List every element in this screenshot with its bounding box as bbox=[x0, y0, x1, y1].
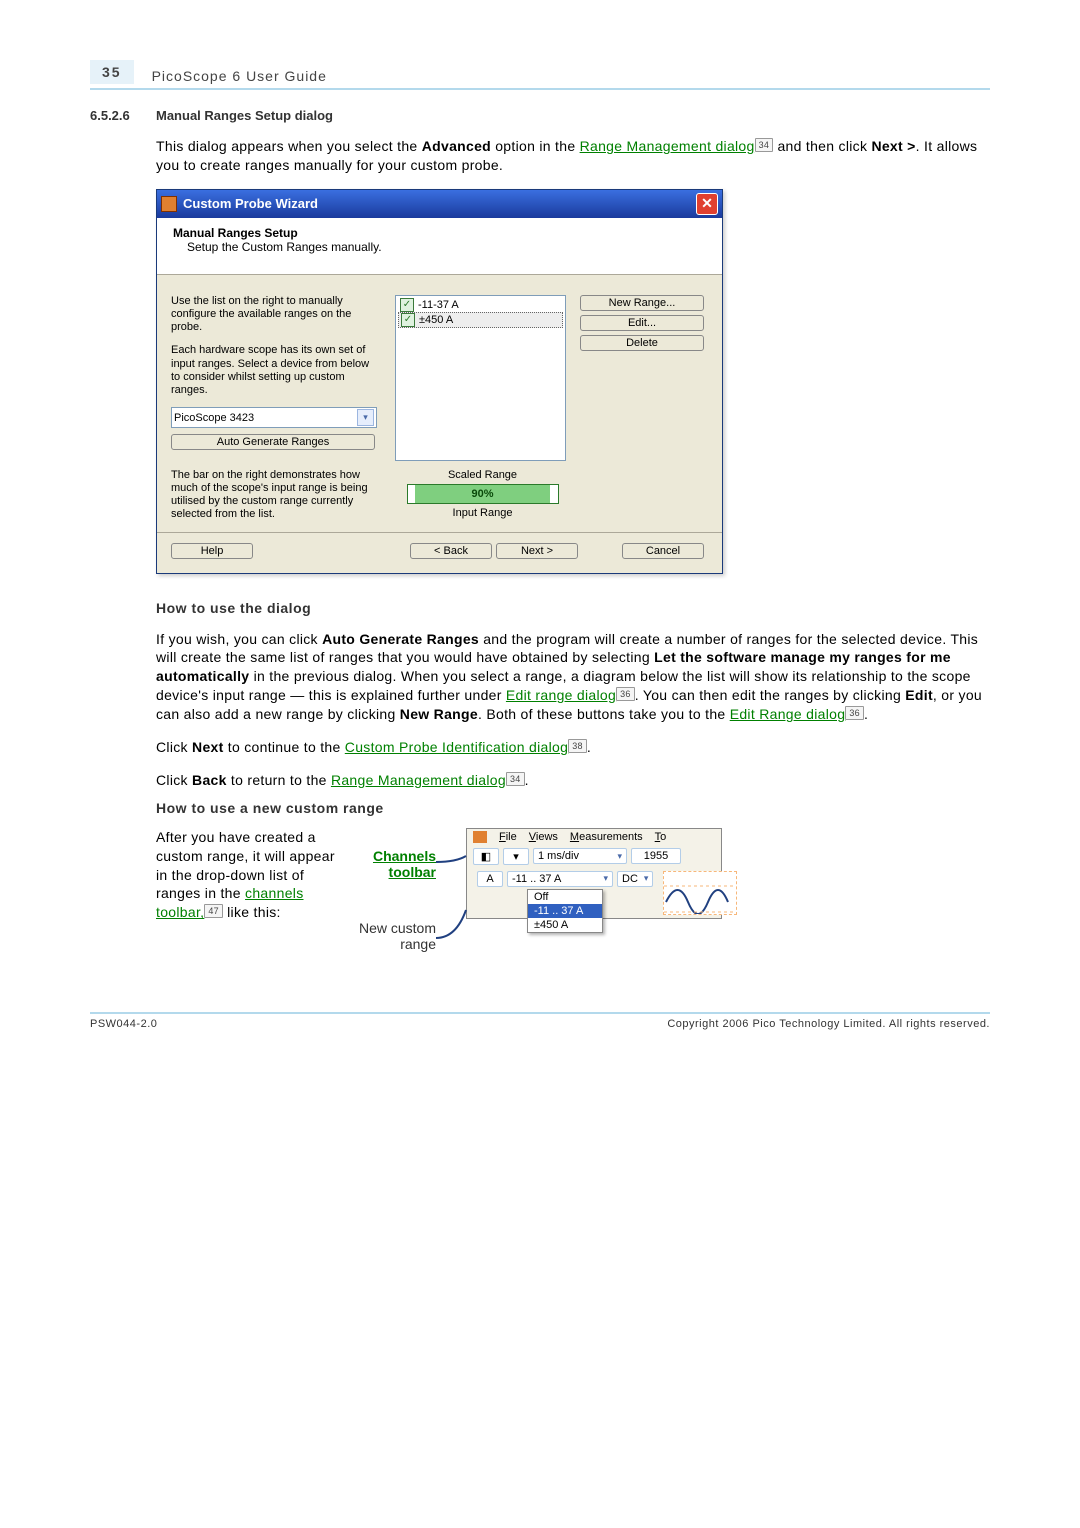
chevron-down-icon: ▾ bbox=[357, 409, 374, 426]
menu-measurements[interactable]: Measurements bbox=[570, 831, 643, 843]
checkbox-icon[interactable]: ✓ bbox=[400, 298, 414, 312]
scaled-range-label: Scaled Range bbox=[395, 469, 570, 481]
wizard-instructions-1: Use the list on the right to manually co… bbox=[171, 295, 381, 335]
page-ref: 34 bbox=[506, 772, 525, 786]
range-demo-text: The bar on the right demonstrates how mu… bbox=[171, 469, 381, 522]
help-button[interactable]: Help bbox=[171, 543, 253, 559]
coupling-select[interactable]: DC▾ bbox=[617, 871, 653, 887]
page-ref: 36 bbox=[845, 706, 864, 720]
wizard-footer: Help < Back Next > Cancel bbox=[157, 532, 722, 573]
page-ref: 38 bbox=[568, 739, 587, 753]
waveform-icon bbox=[664, 872, 736, 914]
timebase-select[interactable]: 1 ms/div▾ bbox=[533, 848, 627, 864]
toolbar-dropdown-icon[interactable]: ▾ bbox=[503, 848, 529, 865]
next-button[interactable]: Next > bbox=[496, 543, 578, 559]
back-button[interactable]: < Back bbox=[410, 543, 492, 559]
footer-left: PSW044-2.0 bbox=[90, 1018, 157, 1030]
wizard-titlebar: Custom Probe Wizard ✕ bbox=[157, 190, 722, 218]
ranges-listbox[interactable]: ✓ -11-37 A ✓ ±450 A bbox=[395, 295, 566, 461]
subheading-how-to-use-new-range: How to use a new custom range bbox=[156, 800, 990, 816]
chevron-down-icon: ▾ bbox=[603, 873, 608, 884]
new-range-button[interactable]: New Range... bbox=[580, 295, 704, 311]
range-select[interactable]: -11 .. 37 A▾ bbox=[507, 871, 613, 887]
callout-channels-toolbar: Channels toolbar bbox=[336, 848, 436, 880]
page-header: 35 PicoScope 6 User Guide bbox=[90, 60, 990, 90]
list-item[interactable]: ✓ ±450 A bbox=[398, 312, 563, 328]
dropdown-option[interactable]: Off bbox=[528, 890, 602, 904]
intro-paragraph: This dialog appears when you select the … bbox=[156, 137, 990, 175]
range-dropdown-open[interactable]: Off -11 .. 37 A ±450 A bbox=[527, 889, 603, 933]
auto-generate-ranges-button[interactable]: Auto Generate Ranges bbox=[171, 434, 375, 450]
wizard-right-buttons: New Range... Edit... Delete bbox=[580, 295, 700, 461]
waveform-preview bbox=[663, 871, 737, 915]
menu-tools[interactable]: To bbox=[655, 831, 667, 843]
section-title: Manual Ranges Setup dialog bbox=[156, 108, 333, 123]
input-range-label: Input Range bbox=[395, 507, 570, 519]
chevron-down-icon: ▾ bbox=[644, 873, 649, 884]
page-ref: 36 bbox=[616, 687, 635, 701]
back-paragraph: Click Back to return to the Range Manage… bbox=[156, 771, 990, 790]
wizard-app-icon bbox=[161, 196, 177, 212]
delete-button[interactable]: Delete bbox=[580, 335, 704, 351]
wizard-heading: Manual Ranges Setup bbox=[173, 226, 298, 240]
utilisation-percent: 90% bbox=[415, 485, 550, 503]
wizard-subheading: Setup the Custom Ranges manually. bbox=[187, 240, 706, 254]
subheading-how-to-use-dialog: How to use the dialog bbox=[156, 600, 990, 616]
chevron-down-icon: ▾ bbox=[617, 851, 622, 862]
menu-bar: File Views Measurements To bbox=[467, 829, 721, 845]
callout-arrow-icon bbox=[436, 850, 476, 970]
page-footer: PSW044-2.0 Copyright 2006 Pico Technolog… bbox=[90, 1012, 990, 1030]
toolbar-icon[interactable]: ◧ bbox=[473, 848, 499, 865]
custom-range-paragraph: After you have created a custom range, i… bbox=[156, 828, 336, 922]
checkbox-icon[interactable]: ✓ bbox=[401, 313, 415, 327]
channel-label[interactable]: A bbox=[477, 871, 503, 887]
custom-probe-wizard: Custom Probe Wizard ✕ Manual Ranges Setu… bbox=[156, 189, 723, 574]
utilisation-bar: 90% bbox=[407, 484, 559, 504]
link-edit-range-dialog-2[interactable]: Edit Range dialog bbox=[730, 706, 846, 722]
page-ref: 47 bbox=[204, 904, 223, 918]
edit-button[interactable]: Edit... bbox=[580, 315, 704, 331]
cancel-button[interactable]: Cancel bbox=[622, 543, 704, 559]
range-diagram: Scaled Range 90% Input Range bbox=[395, 469, 570, 522]
dropdown-option[interactable]: -11 .. 37 A bbox=[528, 904, 602, 918]
howto-paragraph: If you wish, you can click Auto Generate… bbox=[156, 630, 990, 724]
wizard-header: Manual Ranges Setup Setup the Custom Ran… bbox=[157, 218, 722, 275]
section-heading: 6.5.2.6 Manual Ranges Setup dialog bbox=[90, 108, 990, 123]
list-item[interactable]: ✓ -11-37 A bbox=[398, 298, 563, 312]
dropdown-option[interactable]: ±450 A bbox=[528, 918, 602, 932]
next-paragraph: Click Next to continue to the Custom Pro… bbox=[156, 738, 990, 757]
wizard-left-panel: Use the list on the right to manually co… bbox=[171, 295, 381, 461]
menu-file[interactable]: File bbox=[499, 831, 517, 843]
section-number: 6.5.2.6 bbox=[90, 108, 156, 123]
callout-new-custom-range: New custom range bbox=[336, 920, 436, 952]
link-edit-range-dialog[interactable]: Edit range dialog bbox=[506, 687, 616, 703]
app-icon bbox=[473, 831, 487, 843]
link-range-management-dialog[interactable]: Range Management dialog bbox=[580, 138, 755, 154]
samples-field[interactable]: 1955 bbox=[631, 848, 681, 864]
page-number: 35 bbox=[90, 60, 134, 84]
link-custom-probe-identification[interactable]: Custom Probe Identification dialog bbox=[345, 739, 568, 755]
link-range-management-dialog-2[interactable]: Range Management dialog bbox=[331, 772, 506, 788]
wizard-title: Custom Probe Wizard bbox=[183, 196, 696, 211]
page-ref: 34 bbox=[755, 138, 774, 152]
wizard-instructions-2: Each hardware scope has its own set of i… bbox=[171, 344, 381, 397]
channels-toolbar-preview: File Views Measurements To ◧ ▾ 1 ms/div▾… bbox=[466, 828, 722, 919]
footer-right: Copyright 2006 Pico Technology Limited. … bbox=[667, 1018, 990, 1030]
close-icon[interactable]: ✕ bbox=[696, 193, 718, 215]
device-select[interactable]: PicoScope 3423 ▾ bbox=[171, 407, 377, 428]
doc-title: PicoScope 6 User Guide bbox=[152, 68, 327, 84]
menu-views[interactable]: Views bbox=[529, 831, 558, 843]
